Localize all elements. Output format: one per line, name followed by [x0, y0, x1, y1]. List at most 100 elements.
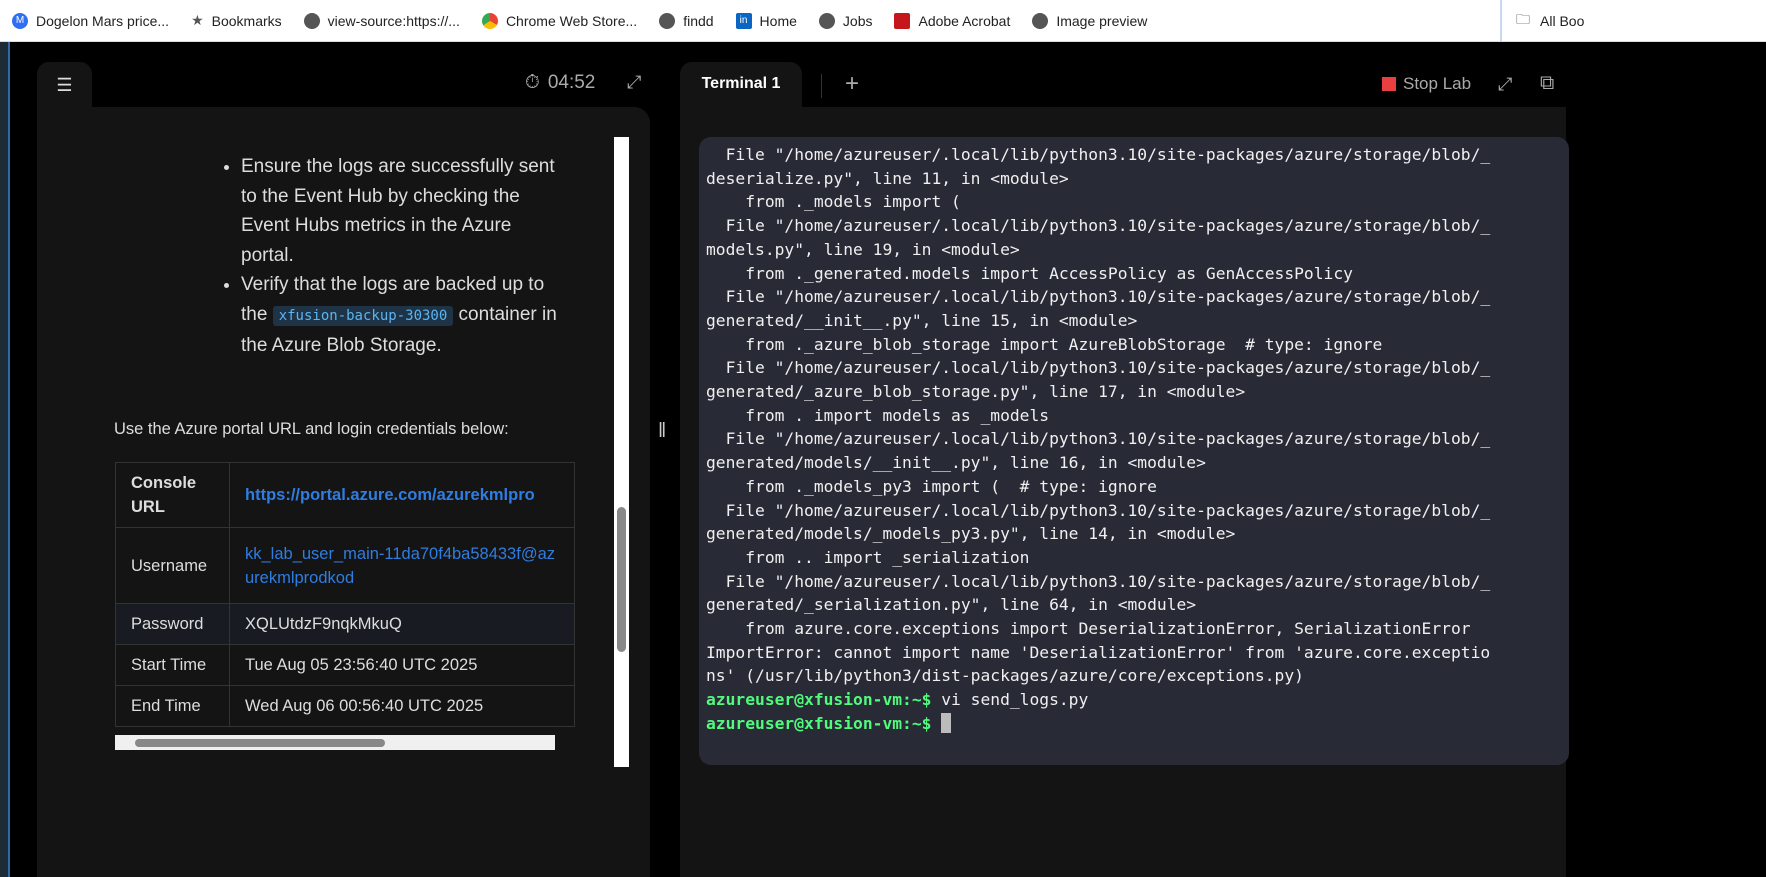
bookmark-label: Chrome Web Store... [505, 12, 638, 29]
stop-lab-button[interactable]: Stop Lab [1382, 74, 1471, 94]
terminal-line: generated/models/_models_py3.py", line 1… [706, 524, 1236, 544]
horizontal-scrollbar[interactable] [115, 735, 555, 750]
terminal-cursor [941, 712, 952, 733]
coinmarketcap-icon: M [12, 12, 28, 29]
terminal-line: from ._azure_blob_storage import AzureBl… [706, 334, 1383, 354]
scroll-thumb[interactable] [617, 507, 626, 652]
credentials-intro: Use the Azure portal URL and login crede… [114, 420, 509, 438]
linkedin-icon: in [735, 12, 752, 29]
folder-icon: 🗀 [1516, 11, 1530, 27]
add-terminal-button[interactable]: + [845, 70, 859, 98]
adobe-acrobat-icon [894, 12, 911, 29]
bookmark-findd[interactable]: findd [659, 12, 714, 29]
bookmark-jobs[interactable]: Jobs [818, 12, 873, 29]
terminal-line: File "/home/azureuser/.local/lib/python3… [706, 145, 1491, 164]
table-row: Username kk_lab_user_main-11da70f4ba58433… [115, 527, 575, 604]
row-key: Console URL [115, 462, 230, 528]
window-edge [0, 42, 10, 877]
all-bookmarks-label: All Boo [1540, 13, 1585, 29]
bookmark-image-preview[interactable]: Image preview [1032, 12, 1148, 29]
table-row: Start Time Tue Aug 05 23:56:40 UTC 2025 [115, 644, 575, 686]
terminal-line: generated/_serialization.py", line 64, i… [706, 595, 1197, 615]
table-row: Password XQLUtdzF9nqkMkuQ [115, 603, 575, 645]
bookmark-label: Jobs [842, 12, 873, 29]
terminal-container: File "/home/azureuser/.local/lib/python3… [680, 107, 1569, 877]
terminal-line: File "/home/azureuser/.local/lib/python3… [706, 500, 1491, 520]
terminal-lines: File "/home/azureuser/.local/lib/python3… [706, 143, 1569, 688]
terminal-output[interactable]: File "/home/azureuser/.local/lib/python3… [699, 137, 1569, 765]
task-item: Verify that the logs are backed up to th… [241, 270, 557, 361]
terminal-line: from .. import _serialization [706, 547, 1030, 567]
terminal-prompt-line: azureuser@xfusion-vm:~$ [706, 712, 1569, 736]
bookmark-label: Dogelon Mars price... [36, 12, 170, 29]
panel-resize-handle[interactable]: ‖ [658, 420, 666, 443]
row-key: Start Time [115, 644, 230, 686]
terminal-line: File "/home/azureuser/.local/lib/python3… [706, 429, 1491, 449]
terminal-line: from ._models_py3 import ( # type: ignor… [706, 476, 1157, 496]
bookmark-label: findd [683, 12, 714, 29]
bookmark-label: Home [759, 12, 797, 29]
terminal-line: generated/_azure_blob_storage.py", line … [706, 382, 1246, 402]
star-icon: ★ [191, 12, 204, 28]
bookmark-chrome-web-store[interactable]: Chrome Web Store... [481, 12, 638, 29]
expand-icon[interactable]: ⤢ [627, 72, 641, 93]
open-external-icon[interactable]: ⧉ [1540, 72, 1554, 95]
bookmarks-bar: M Dogelon Mars price... ★ Bookmarks view-s… [0, 0, 1766, 42]
terminal-panel: Terminal 1 + Stop Lab ⤢ ⧉ File "/home/az… [680, 62, 1569, 877]
credentials-table: Console URL https://portal.azure.com/azur… [115, 462, 575, 727]
globe-icon [818, 12, 835, 29]
row-key: Username [115, 527, 230, 604]
tab-divider [821, 74, 822, 98]
vertical-scrollbar[interactable] [614, 137, 629, 767]
instructions-panel: ☰ ⏱ 04:52 ⤢ Ensure the logs are successfu… [37, 62, 650, 877]
scroll-thumb[interactable] [135, 739, 385, 747]
terminal-line: deserialize.py", line 11, in <module> [706, 168, 1069, 188]
terminal-line: from . import models as _models [706, 405, 1050, 425]
stopwatch-icon: ⏱ [525, 72, 540, 93]
tab-terminal-1[interactable]: Terminal 1 [680, 62, 802, 108]
task-list: Ensure the logs are successfully sent to… [217, 152, 557, 361]
bookmark-bookmarks[interactable]: ★ Bookmarks [191, 12, 282, 29]
bookmark-dogelon[interactable]: M Dogelon Mars price... [12, 12, 170, 29]
globe-icon [303, 12, 320, 29]
timer-value: 04:52 [547, 72, 596, 93]
checklist-icon: ☰ [56, 75, 73, 95]
terminal-line: File "/home/azureuser/.local/lib/python3… [706, 216, 1491, 236]
end-time-value: Wed Aug 06 00:56:40 UTC 2025 [229, 685, 575, 727]
chrome-store-icon [481, 12, 498, 29]
bookmark-label: Bookmarks [211, 12, 282, 29]
globe-icon [1032, 12, 1049, 29]
instructions-body: Ensure the logs are successfully sent to… [37, 107, 650, 877]
stop-icon [1382, 77, 1396, 91]
terminal-prompt-line: azureuser@xfusion-vm:~$ vi send_logs.py [706, 688, 1569, 712]
expand-icon[interactable]: ⤢ [1498, 74, 1512, 95]
terminal-line: models.py", line 19, in <module> [706, 239, 1020, 259]
stop-lab-label: Stop Lab [1403, 74, 1472, 93]
bookmark-adobe[interactable]: Adobe Acrobat [894, 12, 1011, 29]
terminal-line: generated/__init__.py", line 15, in <mod… [706, 310, 1138, 330]
bookmark-label: view-source:https://... [327, 12, 460, 29]
username-link[interactable]: kk_lab_user_main-11da70f4ba58433f@azurek… [245, 545, 555, 587]
terminal-line: from ._models import ( [706, 192, 961, 212]
bookmark-home[interactable]: in Home [735, 12, 797, 29]
container-name-code: xfusion-backup-30300 [272, 305, 454, 326]
table-row: Console URL https://portal.azure.com/azur… [115, 462, 575, 528]
all-bookmarks[interactable]: 🗀 All Boo [1500, 0, 1584, 42]
terminal-line: File "/home/azureuser/.local/lib/python3… [706, 287, 1491, 307]
terminal-line: File "/home/azureuser/.local/lib/python3… [706, 358, 1491, 378]
start-time-value: Tue Aug 05 23:56:40 UTC 2025 [229, 644, 575, 686]
bookmark-view-source[interactable]: view-source:https://... [303, 12, 460, 29]
bookmark-label: Image preview [1056, 12, 1148, 29]
task-item: Ensure the logs are successfully sent to… [241, 152, 557, 270]
prompt: azureuser@xfusion-vm:~$ [706, 690, 932, 710]
bookmark-label: Adobe Acrobat [918, 12, 1011, 29]
task-list-tab[interactable]: ☰ [37, 62, 92, 108]
terminal-line: ns' (/usr/lib/python3/dist-packages/azur… [706, 666, 1304, 686]
globe-icon [659, 12, 676, 29]
terminal-line: generated/models/__init__.py", line 16, … [706, 453, 1206, 473]
terminal-line: from ._generated.models import AccessPol… [706, 263, 1353, 283]
terminal-line: from azure.core.exceptions import Deseri… [706, 619, 1471, 639]
command: vi send_logs.py [931, 690, 1089, 710]
row-key: Password [115, 603, 230, 645]
console-url-link[interactable]: https://portal.azure.com/azurekmlpro [245, 486, 535, 504]
